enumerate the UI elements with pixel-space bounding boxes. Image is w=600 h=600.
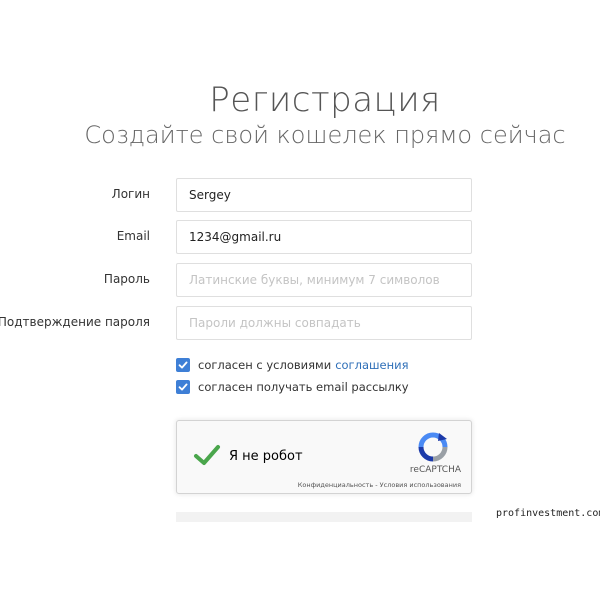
password-input[interactable]: [176, 263, 472, 297]
page-subtitle: Создайте свой кошелек прямо сейчас: [84, 121, 566, 149]
page-title: Регистрация: [209, 80, 441, 120]
recaptcha-widget[interactable]: Я не робот reCAPTCHA Конфиденциальность …: [176, 420, 472, 494]
password-confirm-row: Подтверждение пароля: [0, 306, 600, 340]
password-label: Пароль: [103, 272, 150, 286]
login-row: Логин: [0, 178, 600, 212]
password-confirm-label: Подтверждение пароля: [0, 315, 150, 329]
recaptcha-label: Я не робот: [229, 449, 303, 464]
terms-checkbox[interactable]: [176, 358, 190, 372]
recaptcha-brand: reCAPTCHA: [409, 465, 461, 475]
login-input[interactable]: [176, 178, 472, 212]
email-label: Email: [116, 229, 150, 243]
newsletter-checkbox-row: согласен получать email рассылку: [176, 378, 409, 396]
recaptcha-terms-link[interactable]: Условия использования: [380, 481, 461, 489]
login-label: Логин: [111, 187, 150, 201]
recaptcha-logo-icon: [417, 431, 449, 468]
watermark: profinvestment.com: [496, 508, 600, 519]
newsletter-checkbox[interactable]: [176, 380, 190, 394]
email-input[interactable]: [176, 220, 472, 254]
recaptcha-privacy-link[interactable]: Конфиденциальность: [298, 481, 373, 489]
checkmark-icon: [178, 361, 188, 369]
password-row: Пароль: [0, 263, 600, 297]
submit-button-edge[interactable]: [176, 512, 472, 522]
newsletter-checkbox-label: согласен получать email рассылку: [198, 380, 409, 394]
recaptcha-links: Конфиденциальность - Условия использован…: [298, 481, 461, 489]
password-confirm-input[interactable]: [176, 306, 472, 340]
checkmark-icon: [178, 383, 188, 391]
terms-checkbox-label: согласен с условиями: [198, 358, 332, 372]
terms-agreement-link[interactable]: соглашения: [335, 358, 408, 372]
recaptcha-checkmark-icon[interactable]: [193, 441, 221, 474]
terms-checkbox-row: согласен с условиями соглашения: [176, 356, 409, 374]
email-row: Email: [0, 220, 600, 254]
